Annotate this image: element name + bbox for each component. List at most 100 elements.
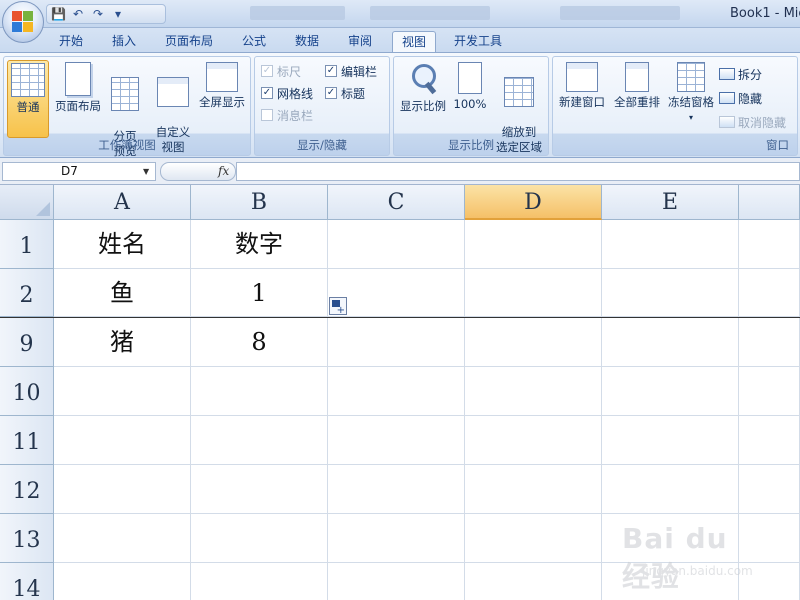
zoom-to-selection-button[interactable]: 缩放到 选定区域 bbox=[492, 60, 546, 170]
column-header-c[interactable]: C bbox=[328, 185, 465, 220]
tab-page-layout[interactable]: 页面布局 bbox=[158, 31, 220, 52]
full-screen-button[interactable]: 全屏显示 bbox=[196, 60, 248, 110]
column-header-b[interactable]: B bbox=[191, 185, 328, 220]
column-header-a[interactable]: A bbox=[54, 185, 191, 220]
normal-view-button[interactable]: 普通 bbox=[7, 60, 49, 138]
redo-icon[interactable]: ↷ bbox=[91, 7, 105, 21]
cell-c10[interactable] bbox=[328, 367, 465, 416]
cell-d10[interactable] bbox=[465, 367, 602, 416]
cell-b2[interactable]: 1 bbox=[191, 269, 328, 317]
cell-a9[interactable]: 猪 bbox=[54, 318, 191, 367]
cell-c2[interactable] bbox=[328, 269, 465, 317]
cell-d13[interactable] bbox=[465, 514, 602, 563]
cell-a1[interactable]: 姓名 bbox=[54, 220, 191, 269]
row-header-13[interactable]: 13 bbox=[0, 514, 54, 563]
cell-c9[interactable] bbox=[328, 318, 465, 367]
cell-f11[interactable] bbox=[739, 416, 800, 465]
cell-e1[interactable] bbox=[602, 220, 739, 269]
row-header-2[interactable]: 2 bbox=[0, 269, 54, 317]
row-header-11[interactable]: 11 bbox=[0, 416, 54, 465]
cell-a12[interactable] bbox=[54, 465, 191, 514]
cell-e9[interactable] bbox=[602, 318, 739, 367]
zoom-button[interactable]: 显示比例 bbox=[397, 60, 449, 114]
name-box-dropdown-icon[interactable]: ▼ bbox=[143, 167, 149, 176]
worksheet-grid[interactable]: A B C D E 1 姓名 数字 2 鱼 1 9 猪 8 10 11 12 1… bbox=[0, 185, 800, 600]
cell-e14[interactable] bbox=[602, 563, 739, 600]
custom-views-button[interactable]: 自定义 视图 bbox=[152, 60, 194, 170]
arrange-all-button[interactable]: 全部重排 bbox=[611, 60, 663, 110]
cell-e10[interactable] bbox=[602, 367, 739, 416]
tab-review[interactable]: 审阅 bbox=[339, 31, 381, 52]
cell-c13[interactable] bbox=[328, 514, 465, 563]
tab-data[interactable]: 数据 bbox=[286, 31, 328, 52]
paste-options-icon[interactable] bbox=[329, 297, 347, 316]
cell-c14[interactable] bbox=[328, 563, 465, 600]
column-header-e[interactable]: E bbox=[602, 185, 739, 220]
tab-view[interactable]: 视图 bbox=[392, 31, 436, 52]
cell-f10[interactable] bbox=[739, 367, 800, 416]
unhide-button[interactable]: 取消隐藏 bbox=[719, 113, 786, 131]
cell-f9[interactable] bbox=[739, 318, 800, 367]
ruler-checkbox[interactable]: ✓ 标尺 bbox=[261, 63, 301, 79]
cell-c12[interactable] bbox=[328, 465, 465, 514]
row-header-10[interactable]: 10 bbox=[0, 367, 54, 416]
tab-formulas[interactable]: 公式 bbox=[233, 31, 275, 52]
row-header-14[interactable]: 14 bbox=[0, 563, 54, 600]
page-break-preview-button[interactable]: 分页 预览 bbox=[106, 60, 144, 174]
cell-b13[interactable] bbox=[191, 514, 328, 563]
cell-f14[interactable] bbox=[739, 563, 800, 600]
cell-d9[interactable] bbox=[465, 318, 602, 367]
cell-b11[interactable] bbox=[191, 416, 328, 465]
insert-function-icon[interactable]: fx bbox=[218, 164, 229, 178]
row-header-12[interactable]: 12 bbox=[0, 465, 54, 514]
page-layout-view-button[interactable]: 页面布局 bbox=[52, 60, 104, 114]
cell-d2[interactable] bbox=[465, 269, 602, 317]
new-window-button[interactable]: 新建窗口 bbox=[556, 60, 608, 110]
cell-e11[interactable] bbox=[602, 416, 739, 465]
freeze-panes-button[interactable]: 冻结窗格 ▾ bbox=[665, 60, 717, 125]
cell-f1[interactable] bbox=[739, 220, 800, 269]
cell-b10[interactable] bbox=[191, 367, 328, 416]
headings-checkbox[interactable]: ✓ 标题 bbox=[325, 85, 365, 101]
cell-c1[interactable] bbox=[328, 220, 465, 269]
formula-bar-checkbox[interactable]: ✓ 编辑栏 bbox=[325, 63, 377, 79]
message-bar-checkbox[interactable]: 消息栏 bbox=[261, 107, 313, 123]
cell-f13[interactable] bbox=[739, 514, 800, 563]
cell-c11[interactable] bbox=[328, 416, 465, 465]
formula-input[interactable] bbox=[236, 162, 800, 181]
tab-developer[interactable]: 开发工具 bbox=[446, 31, 510, 52]
cell-e2[interactable] bbox=[602, 269, 739, 317]
cell-d1[interactable] bbox=[465, 220, 602, 269]
cell-b1[interactable]: 数字 bbox=[191, 220, 328, 269]
qat-dropdown-icon[interactable]: ▾ bbox=[111, 7, 125, 21]
tab-home[interactable]: 开始 bbox=[50, 31, 92, 52]
cell-a10[interactable] bbox=[54, 367, 191, 416]
cell-e13[interactable] bbox=[602, 514, 739, 563]
select-all-button[interactable] bbox=[0, 185, 54, 220]
row-header-1[interactable]: 1 bbox=[0, 220, 54, 269]
gridlines-checkbox[interactable]: ✓ 网格线 bbox=[261, 85, 313, 101]
tab-insert[interactable]: 插入 bbox=[103, 31, 145, 52]
cell-f2[interactable] bbox=[739, 269, 800, 317]
cell-a11[interactable] bbox=[54, 416, 191, 465]
zoom-100-button[interactable]: 100% bbox=[452, 60, 488, 112]
cell-e12[interactable] bbox=[602, 465, 739, 514]
column-header-f[interactable] bbox=[739, 185, 800, 220]
cell-a14[interactable] bbox=[54, 563, 191, 600]
cell-d14[interactable] bbox=[465, 563, 602, 600]
cell-d12[interactable] bbox=[465, 465, 602, 514]
freeze-panes-dropdown-icon[interactable]: ▾ bbox=[665, 110, 717, 125]
column-header-d[interactable]: D bbox=[465, 185, 602, 220]
cell-a13[interactable] bbox=[54, 514, 191, 563]
save-icon[interactable]: 💾 bbox=[51, 7, 66, 21]
cell-f12[interactable] bbox=[739, 465, 800, 514]
cell-b12[interactable] bbox=[191, 465, 328, 514]
row-header-9[interactable]: 9 bbox=[0, 318, 54, 367]
cell-b9[interactable]: 8 bbox=[191, 318, 328, 367]
name-box[interactable]: D7 bbox=[2, 162, 156, 181]
hide-button[interactable]: 隐藏 bbox=[719, 89, 762, 107]
cell-d11[interactable] bbox=[465, 416, 602, 465]
split-button[interactable]: 拆分 bbox=[719, 65, 762, 83]
office-button[interactable] bbox=[2, 1, 44, 43]
cell-a2[interactable]: 鱼 bbox=[54, 269, 191, 317]
